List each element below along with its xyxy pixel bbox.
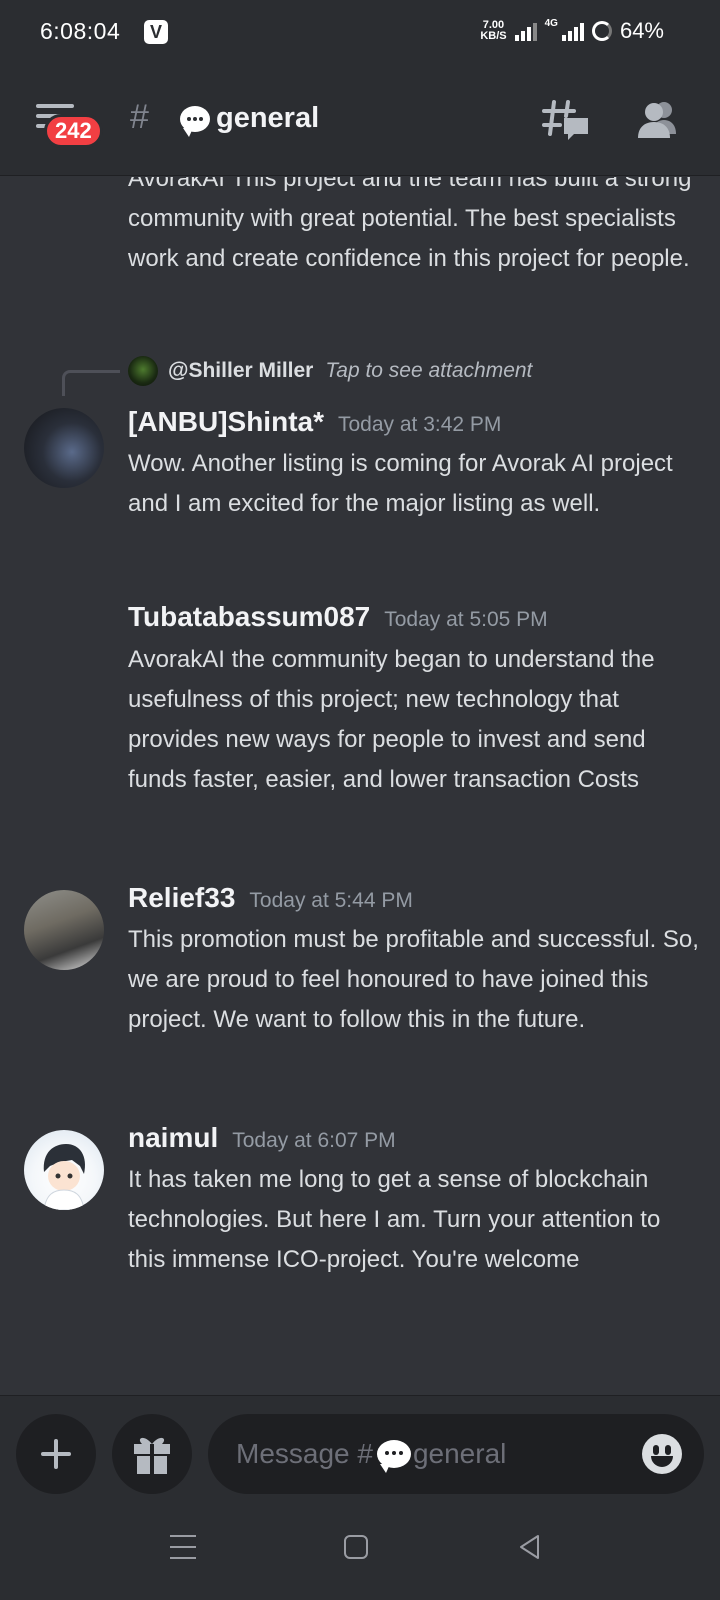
channel-header: 242 # general xyxy=(0,64,720,176)
message-timestamp: Today at 6:07 PM xyxy=(232,1129,396,1152)
gift-icon xyxy=(134,1437,170,1474)
back-icon[interactable] xyxy=(516,1533,544,1561)
gift-button[interactable] xyxy=(112,1414,192,1494)
vpn-icon: V xyxy=(144,20,168,44)
status-indicators: 7.00 KB/S 4G 64% xyxy=(480,18,664,44)
cell-signal-icon xyxy=(561,21,584,41)
home-icon[interactable] xyxy=(344,1535,368,1559)
message-input[interactable]: Message # general xyxy=(208,1414,704,1494)
network-type: 4G xyxy=(544,18,558,29)
message-timestamp: Today at 5:44 PM xyxy=(249,889,413,912)
add-attachment-button[interactable] xyxy=(16,1414,96,1494)
avatar[interactable] xyxy=(24,890,104,970)
members-icon[interactable] xyxy=(636,100,680,140)
message-author[interactable]: Tubatabassum087 Today at 5:05 PM xyxy=(128,601,548,633)
channel-title[interactable]: general xyxy=(180,102,320,137)
message-composer: Message # general xyxy=(0,1395,720,1495)
message-content: AvorakAI This project and the team has b… xyxy=(128,177,692,272)
emoji-picker-button[interactable] xyxy=(642,1434,682,1474)
message-content: It has taken me long to get a sense of b… xyxy=(128,1166,661,1273)
recents-icon[interactable] xyxy=(170,1535,196,1568)
battery-icon xyxy=(591,21,612,41)
speech-bubble-icon xyxy=(376,1440,411,1473)
message-content: Wow. Another listing is coming for Avora… xyxy=(128,450,673,517)
message-content: AvorakAI the community began to understa… xyxy=(128,646,655,793)
unread-badge[interactable]: 242 xyxy=(44,114,103,148)
hash-icon: # xyxy=(130,98,149,136)
reply-connector xyxy=(62,370,120,396)
avatar-illustration xyxy=(43,1144,86,1210)
message-author[interactable]: [ANBU]Shinta* Today at 3:42 PM xyxy=(128,406,501,438)
avatar[interactable] xyxy=(24,1130,104,1210)
system-nav-bar xyxy=(0,1495,720,1600)
message-author[interactable]: Relief33 Today at 5:44 PM xyxy=(128,882,413,914)
wifi-signal-icon xyxy=(514,21,537,41)
net-speed: 7.00 KB/S xyxy=(480,19,507,42)
battery-percent: 64% xyxy=(619,18,664,43)
status-time: 6:08:04 xyxy=(40,18,121,44)
avatar[interactable] xyxy=(24,408,104,488)
message-list[interactable]: AvorakAI This project and the team has b… xyxy=(0,177,720,1395)
message-timestamp: Today at 3:42 PM xyxy=(338,413,502,436)
message-author[interactable]: naimul Today at 6:07 PM xyxy=(128,1122,396,1154)
reply-reference[interactable]: @Shiller Miller Tap to see attachment xyxy=(128,356,532,386)
message-timestamp: Today at 5:05 PM xyxy=(384,608,548,631)
reply-hint: Tap to see attachment xyxy=(325,359,533,382)
threads-icon[interactable] xyxy=(542,98,590,142)
channel-name: general xyxy=(216,102,320,134)
speech-bubble-icon xyxy=(180,105,210,137)
reply-author: @Shiller Miller xyxy=(168,359,314,382)
avatar xyxy=(128,356,158,386)
message-placeholder: Message # general xyxy=(236,1438,507,1473)
message-content: This promotion must be profitable and su… xyxy=(128,926,699,1033)
status-bar: 6:08:04 V 7.00 KB/S 4G 64% xyxy=(0,0,720,64)
